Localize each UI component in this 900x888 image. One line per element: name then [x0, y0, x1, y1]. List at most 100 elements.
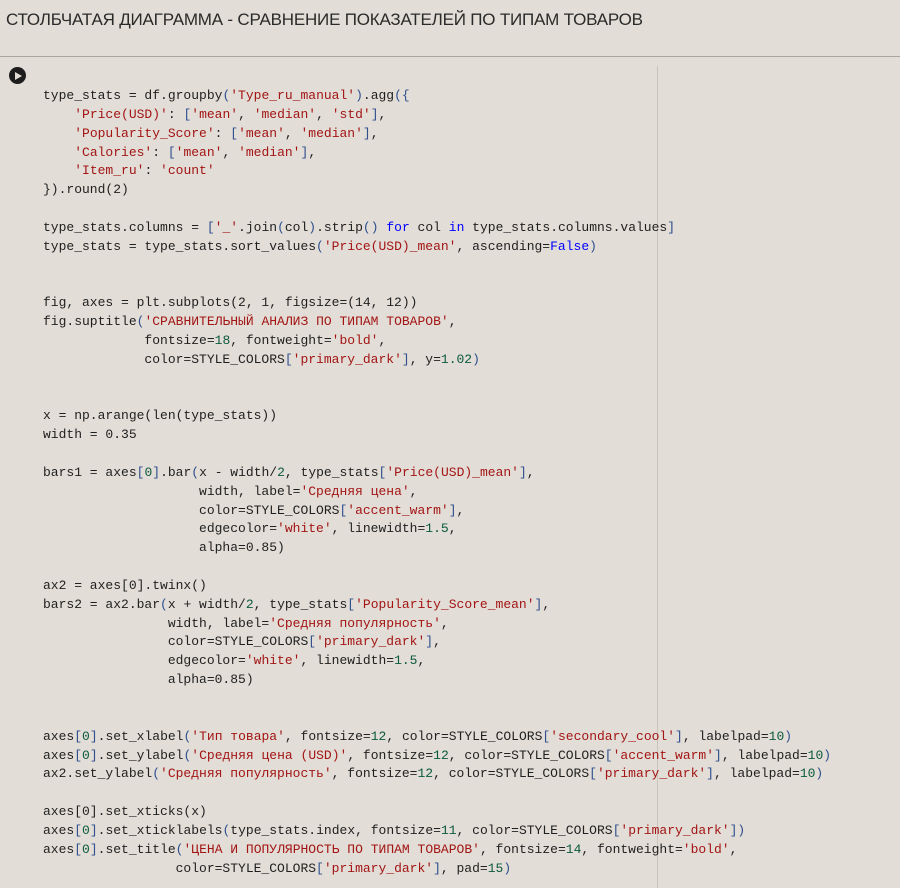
bracket-token: ] — [401, 351, 410, 367]
string-token: 'primary_dark' — [292, 351, 402, 367]
bracket-token: ] — [675, 728, 683, 744]
bracket-token: ( — [160, 596, 168, 612]
bracket-token: ) — [472, 351, 480, 367]
bracket-token: ] — [425, 634, 434, 650]
number-token: 0 — [82, 728, 90, 744]
code-line[interactable]: color=STYLE_COLORS['accent_warm'], — [43, 502, 831, 521]
bracket-token: [ — [74, 841, 83, 857]
code-line[interactable]: axes[0].set_xlabel('Тип товара', fontsiz… — [43, 728, 831, 747]
string-token: 'Price(USD)_mean' — [323, 238, 457, 254]
code-line[interactable]: type_stats.columns = ['_'.join(col).stri… — [43, 219, 831, 238]
string-token: '_' — [214, 219, 239, 235]
code-line[interactable]: axes[0].set_xticks(x) — [43, 803, 831, 822]
bracket-token: ) — [784, 728, 793, 744]
string-token: 'std' — [331, 106, 371, 122]
bracket-token: ) — [815, 766, 824, 782]
code-line[interactable] — [43, 445, 831, 464]
bracket-token: { — [401, 88, 410, 103]
bracket-token: [ — [74, 747, 83, 763]
code-line[interactable]: x = np.arange(len(type_stats)) — [43, 407, 831, 426]
code-line[interactable]: bars2 = ax2.bar(x + width/2, type_stats[… — [43, 596, 831, 615]
string-token: 'primary_dark' — [620, 822, 730, 838]
bracket-token: ) — [737, 822, 746, 838]
bracket-token: ] — [518, 464, 527, 480]
code-line[interactable]: 'Calories': ['mean', 'median'], — [43, 144, 831, 163]
code-line[interactable]: edgecolor='white', linewidth=1.5, — [43, 652, 831, 671]
code-line[interactable]: color=STYLE_COLORS['primary_dark'], y=1.… — [43, 351, 831, 370]
bracket-token: ) — [589, 238, 597, 254]
run-cell-button[interactable] — [9, 67, 26, 84]
code-line[interactable]: type_stats = type_stats.sort_values('Pri… — [43, 238, 831, 257]
number-token: 0 — [82, 747, 90, 763]
bracket-token: ] — [89, 822, 98, 838]
code-line[interactable]: color=STYLE_COLORS['primary_dark'], pad=… — [43, 860, 831, 879]
code-line[interactable] — [43, 558, 831, 577]
code-line[interactable]: ax2.set_ylabel('Средняя популярность', f… — [43, 765, 831, 784]
code-line[interactable]: axes[0].set_title('ЦЕНА И ПОПУЛЯРНОСТЬ П… — [43, 841, 831, 860]
number-token: 10 — [799, 766, 816, 782]
string-token: 'primary_dark' — [596, 766, 707, 782]
number-token: 18 — [214, 332, 231, 348]
code-line[interactable]: alpha=0.85) — [43, 539, 831, 558]
string-token: 'mean' — [238, 125, 285, 141]
number-token: 11 — [440, 822, 457, 838]
code-line[interactable]: type_stats = df.groupby('Type_ru_manual'… — [43, 87, 831, 106]
code-line[interactable]: width, label='Средняя цена', — [43, 483, 831, 502]
code-line[interactable] — [43, 709, 831, 728]
bracket-token: ( — [316, 238, 324, 254]
code-line[interactable] — [43, 370, 831, 389]
code-line[interactable]: edgecolor='white', linewidth=1.5, — [43, 520, 831, 539]
bracket-token: ] — [534, 596, 543, 612]
string-token: 'mean' — [175, 144, 223, 160]
string-token: 'count' — [160, 163, 215, 179]
code-line[interactable]: }).round(2) — [43, 181, 831, 200]
bracket-token: [ — [316, 860, 324, 876]
code-line[interactable]: bars1 = axes[0].bar(x - width/2, type_st… — [43, 464, 831, 483]
number-token: 0 — [82, 822, 90, 838]
code-line[interactable]: color=STYLE_COLORS['primary_dark'], — [43, 633, 831, 652]
code-line[interactable]: fig.suptitle('СРАВНИТЕЛЬНЫЙ АНАЛИЗ ПО ТИ… — [43, 313, 831, 332]
bracket-token: ) — [503, 860, 512, 876]
bracket-token: ] — [433, 860, 441, 876]
string-token: 'Средняя цена (USD)' — [191, 747, 348, 763]
number-token: 14 — [565, 841, 582, 857]
bracket-token: ] — [89, 841, 98, 857]
string-token: 'СРАВНИТЕЛЬНЫЙ АНАЛИЗ ПО ТИПАМ ТОВАРОВ' — [144, 314, 449, 330]
code-line[interactable]: fontsize=18, fontweight='bold', — [43, 332, 831, 351]
string-token: 'Price(USD)' — [74, 106, 168, 122]
code-line[interactable] — [43, 200, 831, 219]
bracket-token: ) — [355, 88, 363, 103]
bracket-token: [ — [347, 596, 356, 612]
code-line[interactable] — [43, 257, 831, 276]
bracket-token: [ — [167, 144, 176, 160]
code-line[interactable] — [43, 784, 831, 803]
string-token: 'Средняя популярность' — [269, 615, 441, 631]
code-line[interactable]: 'Item_ru': 'count' — [43, 162, 831, 181]
code-line[interactable]: width = 0.35 — [43, 426, 831, 445]
code-line[interactable]: fig, axes = plt.subplots(2, 1, figsize=(… — [43, 294, 831, 313]
code-line[interactable]: alpha=0.85) — [43, 671, 831, 690]
string-token: 'primary_dark' — [323, 860, 434, 876]
bracket-token: ( — [152, 766, 161, 782]
code-line[interactable]: 'Price(USD)': ['mean', 'median', 'std'], — [43, 106, 831, 125]
code-line[interactable]: axes[0].set_xticklabels(type_stats.index… — [43, 822, 831, 841]
bracket-token: ( — [277, 219, 285, 235]
string-token: 'mean' — [191, 106, 239, 122]
code-line[interactable] — [43, 389, 831, 408]
code-line[interactable] — [43, 275, 831, 294]
number-token: 0 — [82, 841, 90, 857]
code-editor[interactable]: type_stats = df.groupby('Type_ru_manual'… — [43, 87, 831, 878]
string-token: 'primary_dark' — [316, 634, 426, 650]
code-line[interactable]: axes[0].set_ylabel('Средняя цена (USD)',… — [43, 747, 831, 766]
string-token: 'bold' — [682, 841, 730, 857]
code-line[interactable]: 'Popularity_Score': ['mean', 'median'], — [43, 125, 831, 144]
string-token: 'Price(USD)_mean' — [386, 464, 519, 480]
bracket-token: ] — [362, 125, 371, 141]
string-token: 'median' — [300, 125, 363, 141]
code-line[interactable]: width, label='Средняя популярность', — [43, 615, 831, 634]
code-line[interactable]: ax2 = axes[0].twinx() — [43, 577, 831, 596]
code-line[interactable] — [43, 690, 831, 709]
string-token: 'accent_warm' — [347, 502, 449, 518]
keyword-token: in — [448, 219, 465, 235]
number-token: 12 — [370, 728, 387, 744]
